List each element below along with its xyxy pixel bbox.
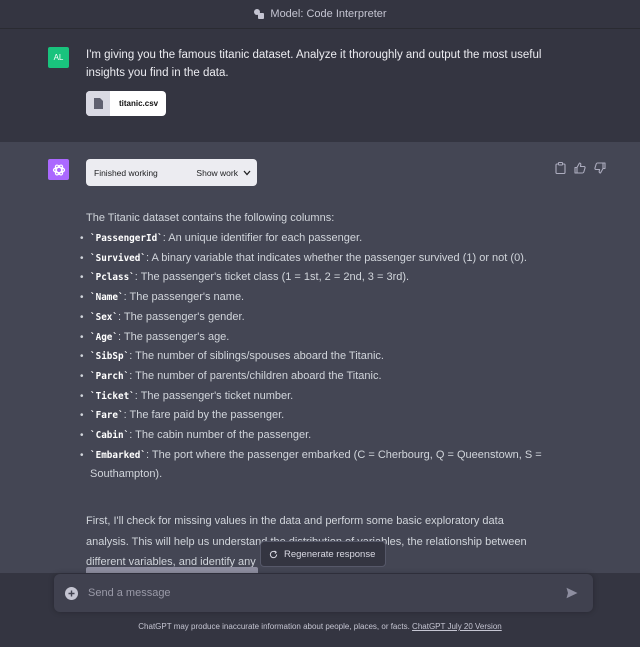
list-item: `SibSp`: The number of siblings/spouses … [80, 347, 560, 367]
message-actions [553, 161, 607, 175]
chevron-down-icon [243, 170, 251, 175]
plus-circle-icon[interactable] [65, 586, 78, 600]
column-name: `Cabin` [90, 430, 130, 442]
column-name: `Embarked` [90, 449, 146, 461]
user-message-text: I'm giving you the famous titanic datase… [86, 49, 542, 79]
document-icon [86, 91, 110, 116]
list-item: `Fare`: The fare paid by the passenger. [80, 406, 560, 426]
list-item: `Pclass`: The passenger's ticket class (… [80, 268, 560, 288]
list-item: `Age`: The passenger's age. [80, 328, 560, 348]
column-name: `Parch` [90, 370, 130, 382]
attachment-file-name: titanic.csv [119, 99, 159, 108]
column-description: : An unique identifier for each passenge… [162, 232, 363, 244]
footer-text: ChatGPT may produce inaccurate informati… [138, 622, 413, 631]
user-avatar: AL [48, 47, 69, 68]
list-item: `Ticket`: The passenger's ticket number. [80, 387, 560, 407]
column-description: : The port where the passenger embarked … [90, 448, 542, 481]
message-composer [54, 574, 593, 612]
column-list: `PassengerId`: An unique identifier for … [80, 229, 560, 485]
column-name: `Pclass` [90, 272, 135, 284]
show-work-button[interactable]: Show work [196, 168, 251, 178]
assistant-intro: The Titanic dataset contains the followi… [86, 212, 335, 224]
list-item: `PassengerId`: An unique identifier for … [80, 229, 560, 249]
list-item: `Parch`: The number of parents/children … [80, 367, 560, 387]
thumbs-up-icon[interactable] [573, 161, 587, 175]
column-name: `Sex` [90, 311, 118, 323]
column-name: `Fare` [90, 410, 124, 422]
openai-logo-icon [52, 163, 65, 176]
regenerate-button[interactable]: Regenerate response [260, 541, 386, 567]
attachment-chip[interactable]: titanic.csv [86, 91, 166, 116]
clipboard-icon[interactable] [553, 161, 567, 175]
work-status-pill: Finished working Show work [86, 159, 257, 186]
column-name: `PassengerId` [90, 233, 163, 244]
assistant-avatar [48, 159, 69, 180]
column-description: : The passenger's ticket class (1 = 1st,… [134, 271, 410, 284]
list-item: `Survived`: A binary variable that indic… [80, 249, 560, 269]
version-link[interactable]: ChatGPT July 20 Version [412, 622, 502, 631]
column-name: `SibSp` [90, 351, 130, 363]
list-item: `Name`: The passenger's name. [80, 288, 560, 308]
message-input[interactable] [86, 577, 565, 609]
column-name: `Age` [90, 331, 118, 343]
thumbs-down-icon[interactable] [593, 161, 607, 175]
column-description: : The number of parents/children aboard … [129, 369, 382, 382]
column-description: : The passenger's gender. [118, 310, 245, 323]
send-icon[interactable] [565, 586, 579, 600]
footer-disclaimer: ChatGPT may produce inaccurate informati… [0, 622, 640, 631]
column-description: : The cabin number of the passenger. [129, 429, 312, 442]
show-work-label: Show work [196, 167, 238, 178]
model-label: Model: Code Interpreter [270, 8, 387, 20]
regenerate-label: Regenerate response [284, 548, 376, 560]
column-name: `Survived` [90, 252, 146, 264]
list-item: `Sex`: The passenger's gender. [80, 308, 560, 328]
column-description: : The passenger's age. [118, 330, 230, 343]
list-item: `Cabin`: The cabin number of the passeng… [80, 426, 560, 446]
top-bar: Model: Code Interpreter [0, 0, 640, 29]
column-name: `Ticket` [90, 390, 135, 402]
user-message-row: AL I'm giving you the famous titanic dat… [0, 29, 640, 142]
code-interpreter-icon [253, 8, 265, 20]
column-description: : The fare paid by the passenger. [123, 409, 285, 422]
status-label: Finished working [94, 167, 158, 178]
refresh-icon [269, 550, 278, 558]
list-item: `Embarked`: The port where the passenger… [80, 446, 560, 485]
column-description: : The passenger's ticket number. [134, 389, 294, 402]
column-description: : The number of siblings/spouses aboard … [129, 350, 384, 363]
column-description: : The passenger's name. [123, 291, 245, 304]
column-description: : A binary variable that indicates wheth… [145, 251, 527, 264]
column-name: `Name` [90, 292, 124, 304]
